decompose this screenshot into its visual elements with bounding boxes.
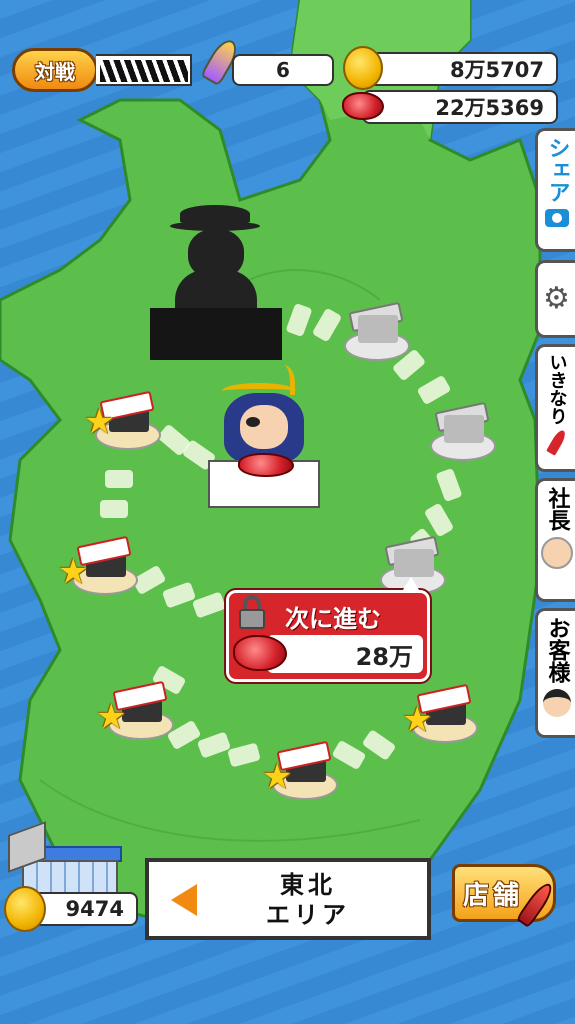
coin-icon — [343, 46, 383, 90]
star-icon: ★ — [96, 697, 127, 737]
boss-silhouette[interactable] — [150, 205, 282, 360]
star-icon: ★ — [262, 757, 293, 797]
customers-tab[interactable]: お客様 — [535, 608, 575, 738]
rocket-count-field: 6 — [232, 54, 334, 86]
player-name-field — [96, 54, 192, 86]
store-label: 店舗 — [463, 880, 524, 911]
star-icon: ★ — [58, 552, 89, 592]
lock-icon — [239, 595, 265, 629]
next-panel-title: 次に進む — [285, 605, 381, 633]
meat-icon — [342, 92, 384, 120]
president-label: 社長 — [544, 487, 570, 531]
left-arrow-icon[interactable] — [171, 884, 197, 916]
battle-label: 対戦 — [35, 59, 75, 84]
area-selector[interactable]: 東北 エリア — [145, 858, 431, 940]
customer-face-icon — [542, 689, 571, 717]
rocket-small-icon — [545, 428, 568, 456]
battle-button[interactable]: 対戦 — [12, 48, 98, 92]
meat-balance: 22万5369 — [435, 96, 544, 120]
rocket-count: 6 — [276, 58, 290, 82]
camera-icon — [544, 209, 569, 227]
settings-tab[interactable]: ⚙ — [535, 260, 575, 338]
meat-icon — [233, 635, 287, 671]
coin-icon — [4, 886, 46, 932]
stage-locked[interactable] — [344, 295, 410, 361]
customers-label: お客様 — [544, 617, 570, 683]
ikinari-label: いきなり — [546, 353, 568, 425]
path-dash — [100, 500, 128, 518]
coin-balance: 8万5707 — [449, 58, 544, 82]
samurai-character[interactable] — [208, 365, 320, 510]
star-icon: ★ — [402, 700, 433, 740]
gear-icon: ⚙ — [543, 281, 570, 316]
next-stage-panel[interactable]: 次に進む 28万 — [224, 577, 432, 684]
hq-coin-balance: 9474 — [65, 897, 124, 921]
coin-balance-field: 8万5707 — [362, 52, 558, 86]
next-panel-cost: 28万 — [355, 642, 413, 671]
president-tab[interactable]: 社長 — [535, 478, 575, 602]
path-dash — [105, 470, 133, 488]
area-name: 東北 エリア — [266, 871, 350, 929]
president-face-icon — [540, 537, 573, 569]
share-tab[interactable]: シェア — [535, 128, 575, 252]
stage-locked[interactable] — [430, 395, 496, 461]
star-icon: ★ — [84, 402, 115, 442]
ikinari-tab[interactable]: いきなり — [535, 344, 575, 472]
share-label: シェア — [544, 137, 570, 203]
meat-balance-field: 22万5369 — [362, 90, 558, 124]
